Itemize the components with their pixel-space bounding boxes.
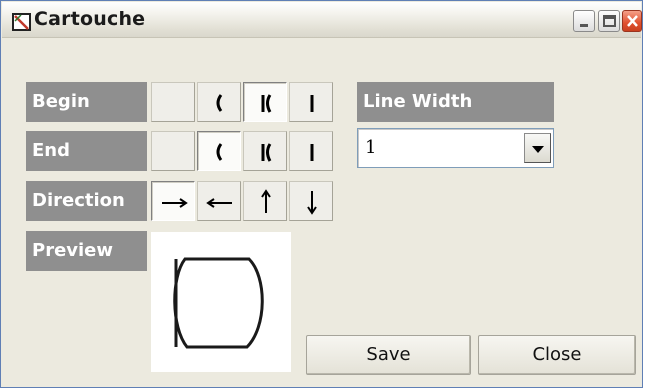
begin-bar-paren-option[interactable] — [243, 82, 287, 122]
preview-label: Preview — [26, 231, 147, 271]
begin-none-option[interactable] — [151, 82, 195, 122]
dropdown-arrow-button[interactable] — [524, 133, 551, 163]
cartouche-preview-shape — [173, 257, 264, 349]
arrow-down-icon — [307, 191, 317, 215]
chevron-down-icon — [532, 146, 544, 153]
end-none-option[interactable] — [151, 131, 195, 171]
minimize-icon — [580, 24, 588, 27]
close-window-button[interactable] — [622, 10, 642, 32]
maximize-button[interactable] — [598, 10, 620, 32]
end-bar-option[interactable] — [289, 131, 333, 171]
end-paren-option[interactable] — [197, 131, 241, 171]
cartouche-preview — [151, 232, 291, 372]
close-icon — [627, 15, 638, 27]
end-label: End — [26, 131, 147, 171]
begin-paren-option[interactable] — [197, 82, 241, 122]
line-width-label: Line Width — [357, 82, 554, 122]
begin-bar-option[interactable] — [289, 82, 333, 122]
line-width-dropdown[interactable]: 1 — [357, 128, 554, 168]
cartouche-window: Cartouche Begin End Direction Preview Li… — [0, 0, 643, 388]
arrow-up-icon — [261, 189, 271, 213]
begin-label: Begin — [26, 82, 147, 122]
line-width-value: 1 — [365, 137, 377, 158]
arrow-left-icon — [206, 198, 232, 208]
close-button[interactable]: Close — [478, 335, 636, 375]
direction-right-option[interactable] — [151, 181, 195, 221]
end-bar-paren-option[interactable] — [243, 131, 287, 171]
cartouche-app-icon — [12, 12, 32, 32]
direction-up-option[interactable] — [243, 181, 287, 221]
window-title: Cartouche — [34, 8, 146, 30]
direction-label: Direction — [26, 181, 147, 221]
maximize-icon — [603, 15, 616, 27]
direction-down-option[interactable] — [289, 181, 333, 221]
title-bar[interactable]: Cartouche — [2, 2, 642, 38]
minimize-button[interactable] — [573, 10, 595, 32]
arrow-right-icon — [162, 198, 188, 208]
save-button[interactable]: Save — [306, 335, 471, 375]
direction-left-option[interactable] — [197, 181, 241, 221]
